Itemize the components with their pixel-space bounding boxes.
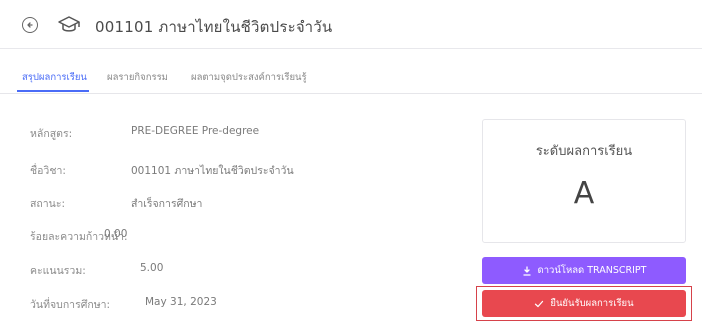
- back-arrow-icon: [27, 22, 33, 28]
- download-icon: [522, 265, 531, 276]
- curriculum-label: หลักสูตร:: [30, 128, 73, 140]
- status-label: สถานะ:: [30, 198, 66, 210]
- download-transcript-label: ดาวน์โหลด TRANSCRIPT: [537, 265, 647, 276]
- result-card: 001101 ภาษาไทยในชีวิตประจำวัน สรุปผลการเ…: [0, 0, 702, 336]
- tab-learning-objectives[interactable]: ผลตามจุดประสงค์การเรียนรู้: [191, 70, 307, 85]
- tab-activity-results[interactable]: ผลรายกิจกรรม: [107, 70, 168, 85]
- back-button[interactable]: [22, 17, 38, 33]
- subject-label: ชื่อวิชา:: [30, 165, 66, 177]
- curriculum-value: PRE-DEGREE Pre-degree: [131, 125, 260, 137]
- check-icon: [535, 300, 544, 307]
- grade-value: A: [573, 176, 595, 211]
- tab-summary[interactable]: สรุปผลการเรียน: [22, 70, 87, 85]
- course-header: 001101 ภาษาไทยในชีวิตประจำวัน: [0, 0, 702, 50]
- tabs-divider: [0, 93, 702, 94]
- grade-box: ระดับผลการเรียน A: [482, 119, 686, 243]
- confirm-results-button[interactable]: ยืนยันรับผลการเรียน: [482, 290, 686, 317]
- tab-bar: สรุปผลการเรียน ผลรายกิจกรรม ผลตามจุดประส…: [0, 50, 702, 94]
- course-title: 001101 ภาษาไทยในชีวิตประจำวัน: [95, 18, 333, 36]
- confirm-results-label: ยืนยันรับผลการเรียน: [550, 298, 634, 309]
- header-divider: [0, 48, 702, 49]
- completion-date-value: May 31, 2023: [145, 296, 217, 308]
- completion-date-label: วันที่จบการศึกษา:: [30, 299, 111, 311]
- score-value: 5.00: [140, 262, 164, 274]
- subject-value: 001101 ภาษาไทยในชีวิตประจำวัน: [131, 165, 294, 177]
- active-tab-indicator: [17, 90, 89, 92]
- score-label: คะแนนรวม:: [30, 265, 86, 277]
- grade-label: ระดับผลการเรียน: [535, 144, 633, 159]
- status-value: สำเร็จการศึกษา: [131, 198, 203, 210]
- download-transcript-button[interactable]: ดาวน์โหลด TRANSCRIPT: [482, 257, 686, 284]
- graduation-cap-icon: [58, 16, 80, 32]
- progress-value: 0.00: [104, 228, 128, 240]
